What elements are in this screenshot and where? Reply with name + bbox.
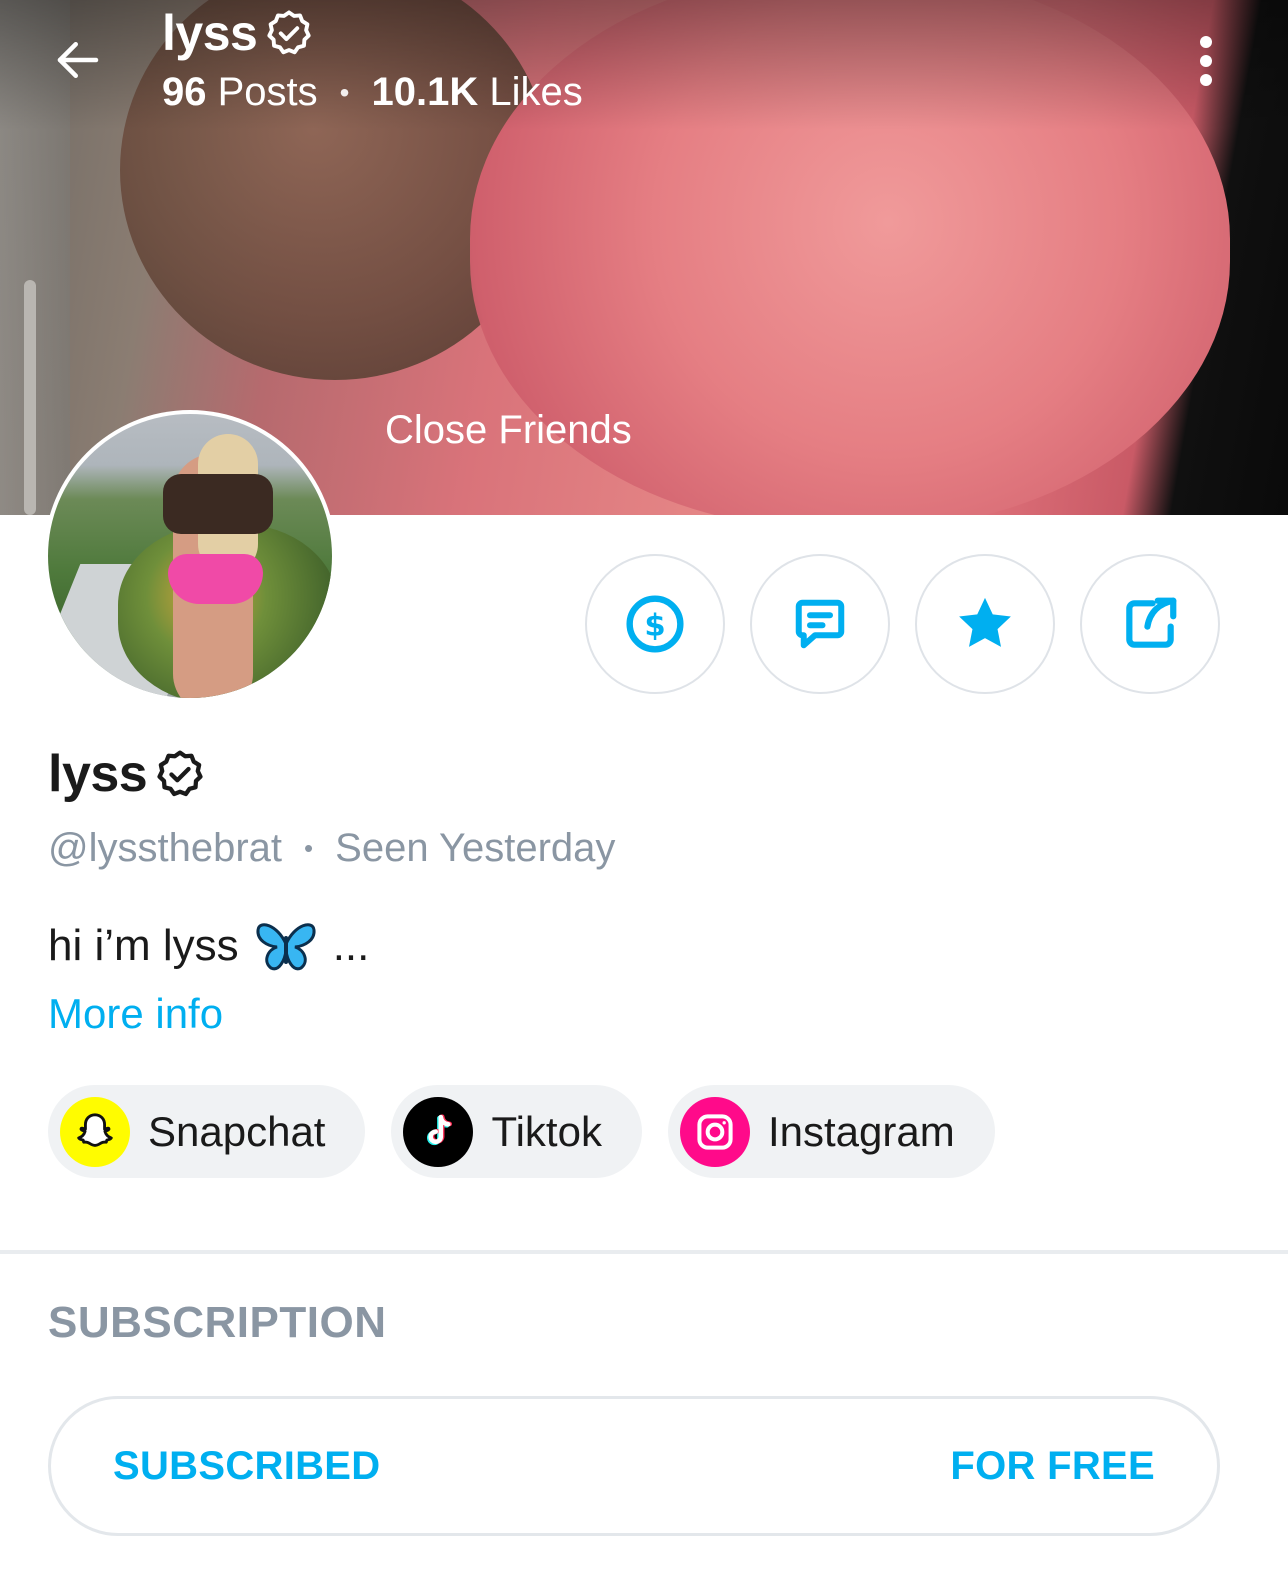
instagram-icon [679,1096,750,1167]
header-title: lyss [162,4,315,62]
message-button[interactable] [750,554,890,694]
snapchat-icon [60,1096,130,1167]
social-label: Instagram [767,1107,955,1155]
tiktok-icon [403,1096,474,1167]
avatar-image-detail [168,554,263,604]
verified-badge-icon [157,750,203,797]
profile-handle: @lyssthebrat [48,826,283,870]
subscription-status: SUBSCRIBED [113,1443,381,1488]
arrow-left-icon [57,42,99,78]
more-info-link[interactable]: More info [48,990,223,1038]
subscription-button[interactable]: SUBSCRIBED FOR FREE [48,1396,1220,1536]
stats-separator: • [339,76,350,108]
bio-ellipsis: ... [332,921,370,970]
more-dot [1200,36,1212,48]
likes-stat: 10.1K Likes [371,70,582,115]
social-link-snapchat[interactable]: Snapchat [48,1085,366,1178]
avatar[interactable] [44,410,336,702]
bio-text: hi i’m lyss [48,921,239,970]
svg-text:$: $ [644,608,665,643]
profile-display-name: lyss [48,745,148,803]
butterfly-icon [256,923,316,971]
last-seen: Seen Yesterday [335,826,616,870]
share-button[interactable] [1080,554,1220,694]
social-label: Tiktok [491,1107,602,1155]
share-icon [1126,597,1177,648]
posts-count: 96 [162,70,207,114]
social-link-tiktok[interactable]: Tiktok [391,1085,642,1178]
more-dot [1200,55,1212,67]
dollar-icon: $ [626,595,684,653]
posts-stat: 96 Posts [162,70,318,115]
subscription-heading: SUBSCRIPTION [48,1298,387,1347]
social-label: Snapchat [148,1107,326,1155]
star-icon [959,597,1011,647]
profile-actions: $ [585,554,1220,694]
more-options-button[interactable] [1186,26,1226,96]
profile-meta: @lyssthebrat • Seen Yesterday [48,826,615,871]
message-icon [795,599,845,649]
meta-separator: • [304,833,314,863]
likes-count: 10.1K [371,70,479,114]
likes-label: Likes [489,70,583,114]
subscription-price: FOR FREE [950,1443,1155,1488]
send-tip-button[interactable]: $ [585,554,725,694]
more-dot [1200,74,1212,86]
verified-badge-icon [267,10,311,55]
profile-bio: hi i’m lyss ... [48,918,369,974]
social-link-instagram[interactable]: Instagram [667,1085,995,1178]
back-button[interactable] [46,28,110,92]
header-stats: 96 Posts • 10.1K Likes [162,70,583,115]
section-divider [0,1250,1288,1254]
avatar-image-detail [163,474,273,534]
cover-label: Close Friends [385,408,632,452]
profile-name: lyss [48,744,207,804]
cover-background-detail [24,280,36,515]
social-links: Snapchat Tiktok Instagram [48,1085,995,1178]
posts-label: Posts [217,70,318,114]
header-username: lyss [162,5,258,61]
avatar-image [48,414,332,698]
favorite-button[interactable] [915,554,1055,694]
